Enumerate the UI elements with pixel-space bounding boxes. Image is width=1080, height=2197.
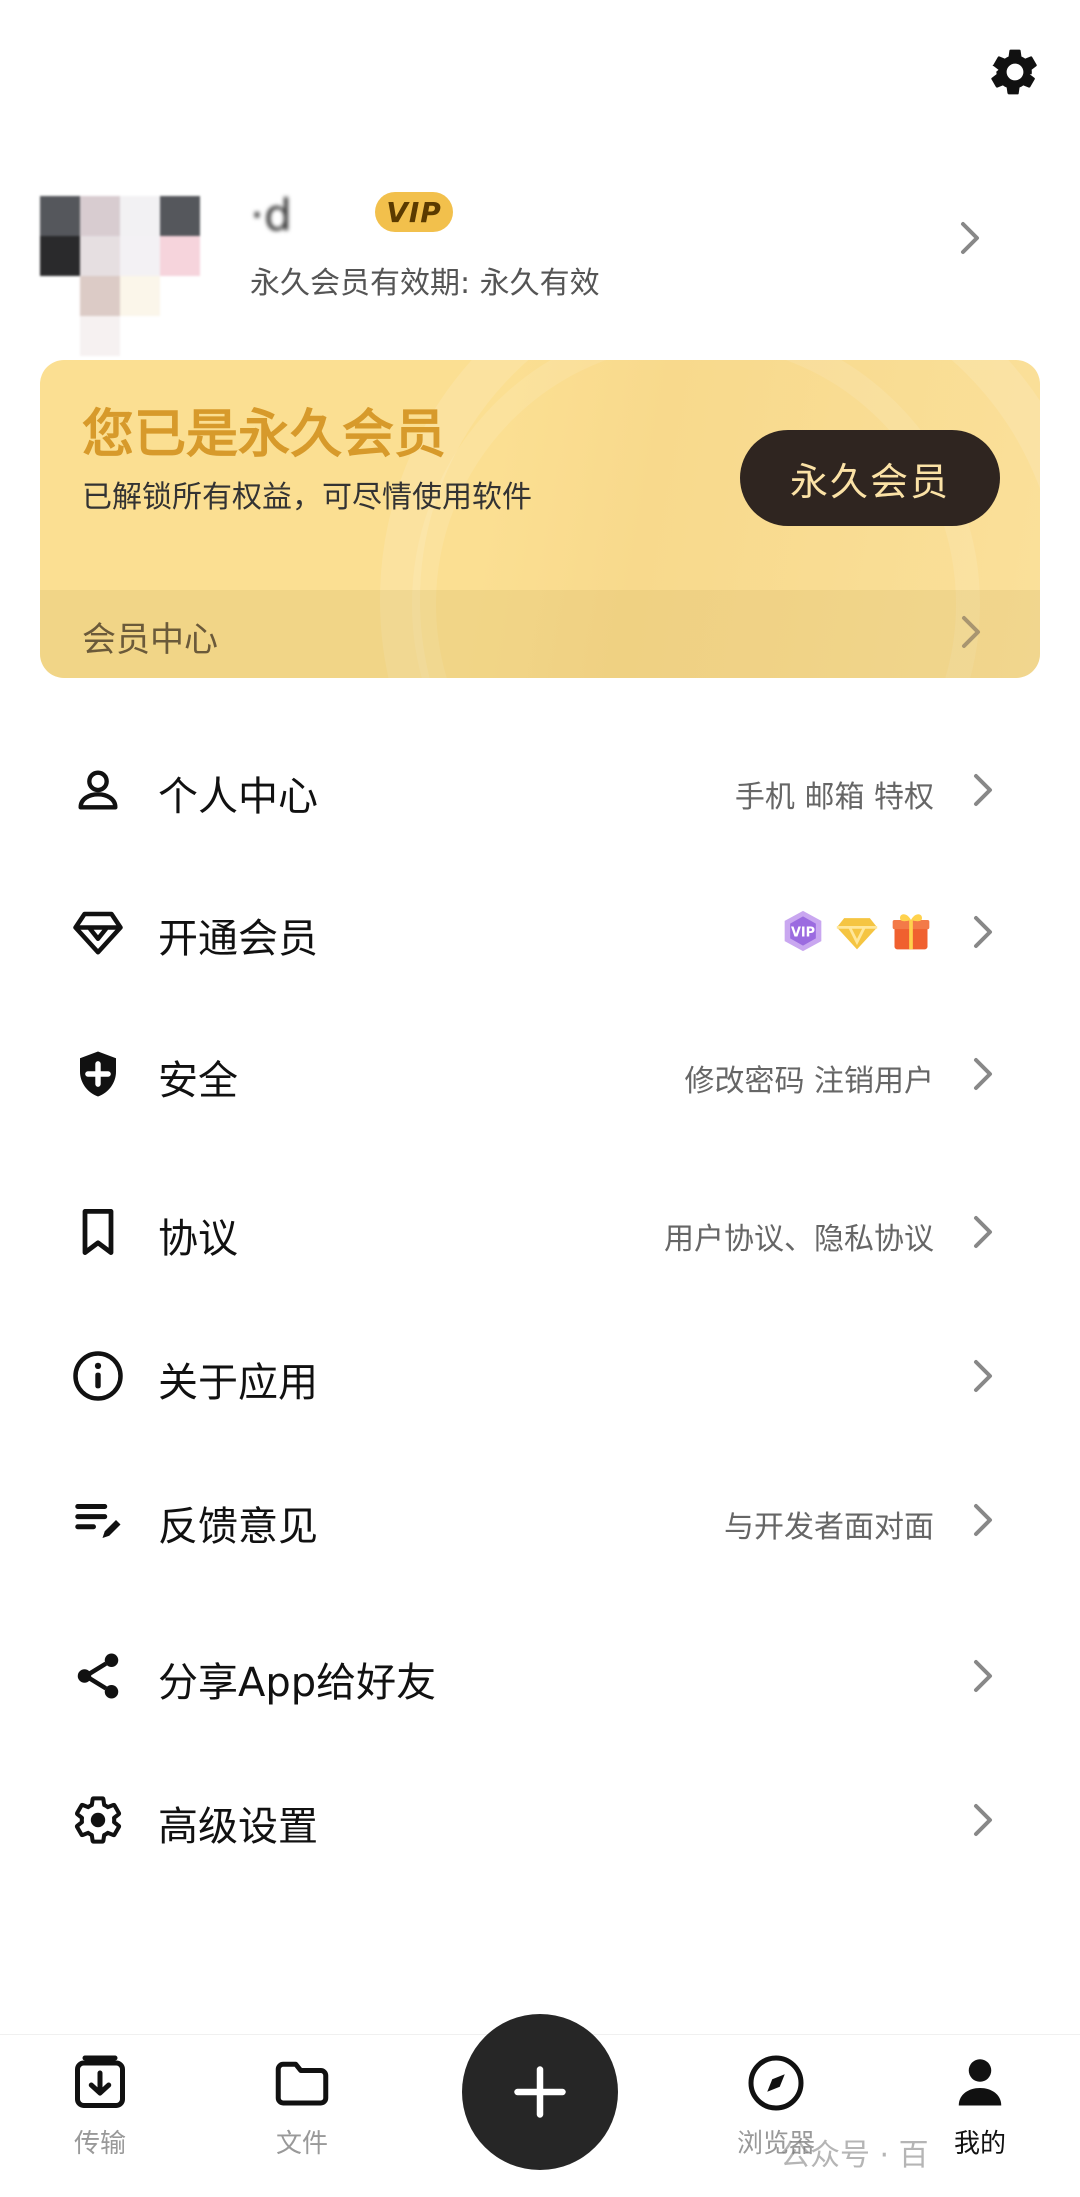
chevron-right-icon [974, 1804, 992, 1836]
bookmark-icon [68, 1202, 128, 1262]
gift-icon [888, 908, 934, 954]
vip-status-card: 您已是永久会员 已解锁所有权益，可尽情使用软件 永久会员 会员中心 [40, 360, 1040, 678]
chevron-right-icon [974, 1058, 992, 1090]
svg-text:VIP: VIP [791, 926, 815, 941]
menu-item-detail: 用户协议、隐私协议 [664, 1222, 934, 1257]
vip-card-title: 您已是永久会员 [82, 405, 447, 465]
vip-badge: VIP [375, 192, 453, 232]
user-icon [958, 2059, 1002, 2106]
transfer-icon [75, 2055, 125, 2108]
menu-item-feedback[interactable]: 反馈意见 与开发者面对面 [0, 1460, 1080, 1580]
avatar[interactable] [40, 196, 200, 356]
menu-item-label: 开通会员 [158, 916, 318, 962]
watermark: 公众号 · 百 [780, 2138, 929, 2173]
menu-item-label: 高级设置 [158, 1804, 318, 1850]
settings-button[interactable] [985, 42, 1045, 102]
person-icon [68, 760, 128, 820]
username: ·d [250, 190, 292, 241]
share-icon [68, 1646, 128, 1706]
menu-item-agreements[interactable]: 协议 用户协议、隐私协议 [0, 1172, 1080, 1292]
chevron-right-icon [974, 1216, 992, 1248]
tab-transfer[interactable]: 传输 [30, 2053, 170, 2160]
member-center-link[interactable]: 会员中心 [40, 590, 1040, 678]
tab-mine[interactable]: 我的 [910, 2053, 1050, 2160]
tab-label: 文件 [275, 2129, 328, 2159]
membership-badges: VIP [780, 908, 934, 954]
member-center-label: 会员中心 [82, 620, 218, 660]
menu-item-detail: 修改密码 注销用户 [684, 1064, 934, 1099]
chevron-right-icon [974, 774, 992, 806]
gold-diamond-icon [834, 908, 880, 954]
menu-item-about-app[interactable]: 关于应用 [0, 1316, 1080, 1436]
chevron-right-icon [974, 916, 992, 948]
tab-label: 传输 [73, 2129, 126, 2159]
menu-item-label: 关于应用 [158, 1360, 318, 1406]
menu-item-security[interactable]: 安全 修改密码 注销用户 [0, 1014, 1080, 1134]
menu-item-label: 个人中心 [158, 774, 318, 820]
menu-item-label: 反馈意见 [158, 1504, 318, 1550]
gear-icon [991, 49, 1037, 95]
folder-icon [275, 2061, 329, 2106]
edit-list-icon [68, 1490, 128, 1550]
vip-card-subtitle: 已解锁所有权益，可尽情使用软件 [82, 480, 532, 515]
menu-item-label: 协议 [158, 1216, 238, 1262]
menu-item-detail: 手机 邮箱 特权 [734, 780, 934, 815]
chevron-right-icon [974, 1660, 992, 1692]
tab-files[interactable]: 文件 [232, 2053, 372, 2160]
menu-item-advanced-settings[interactable]: 高级设置 [0, 1760, 1080, 1880]
menu-item-label: 分享App给好友 [158, 1660, 437, 1706]
permanent-member-button[interactable]: 永久会员 [740, 430, 1000, 526]
info-icon [68, 1346, 128, 1406]
gear-icon [68, 1790, 128, 1850]
chevron-right-icon [961, 222, 979, 254]
membership-validity: 永久会员有效期: 永久有效 [250, 266, 600, 301]
add-button[interactable] [462, 2014, 618, 2170]
plus-icon [514, 2066, 566, 2118]
menu-item-share-app[interactable]: 分享App给好友 [0, 1616, 1080, 1736]
menu-item-open-membership[interactable]: 开通会员 VIP [0, 872, 1080, 992]
diamond-icon [68, 902, 128, 962]
shield-icon [68, 1044, 128, 1104]
chevron-right-icon [974, 1504, 992, 1536]
chevron-right-icon [962, 616, 980, 648]
menu-item-detail: 与开发者面对面 [724, 1510, 934, 1545]
compass-icon [748, 2055, 804, 2111]
vip-badge-icon: VIP [780, 908, 826, 954]
menu-item-label: 安全 [158, 1058, 238, 1104]
chevron-right-icon [974, 1360, 992, 1392]
tab-label: 我的 [953, 2129, 1006, 2159]
menu-item-personal-center[interactable]: 个人中心 手机 邮箱 特权 [0, 730, 1080, 850]
